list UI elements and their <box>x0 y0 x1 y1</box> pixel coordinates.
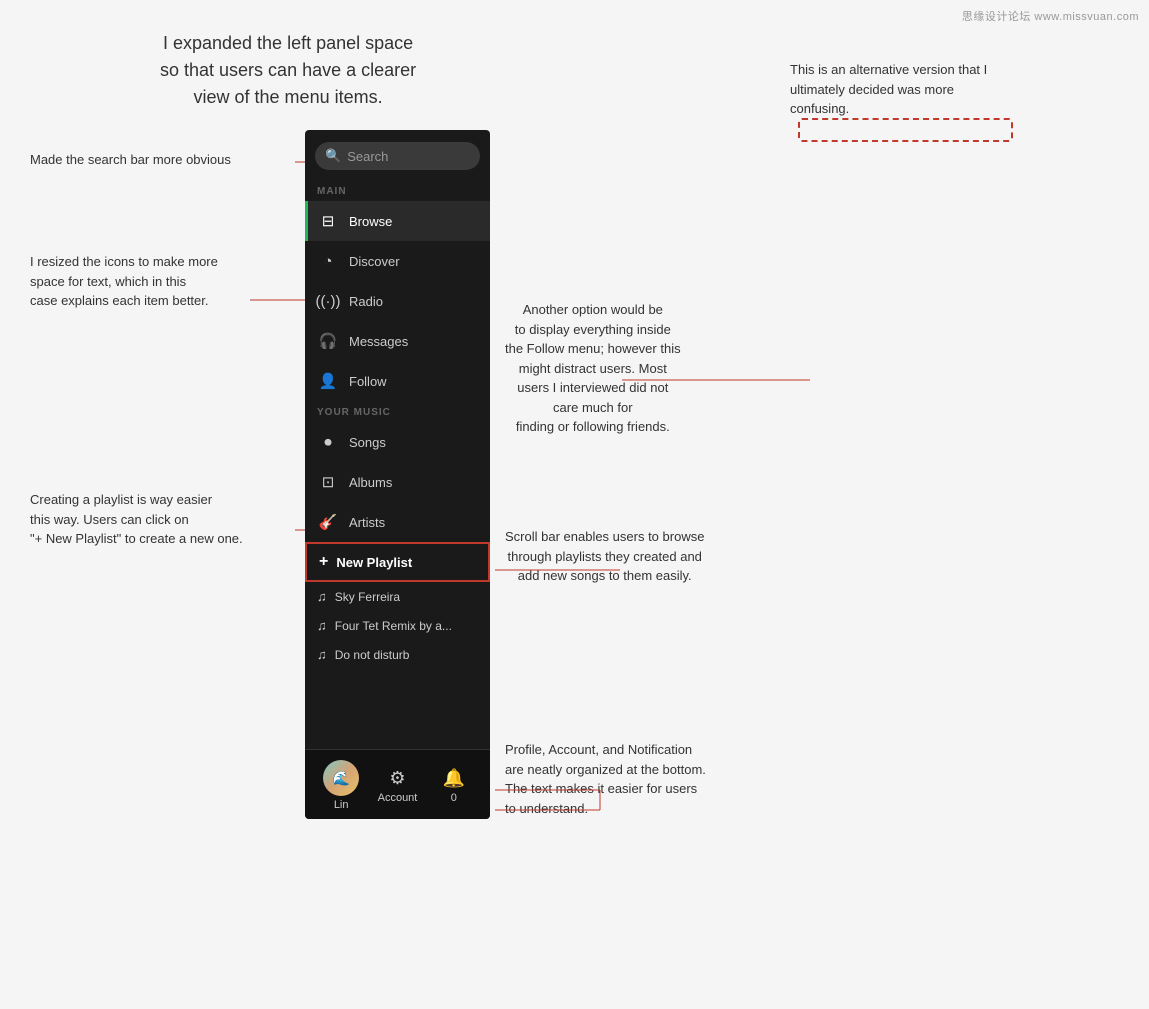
nav-item-messages[interactable]: 🎧 Messages <box>305 321 490 361</box>
bottom-bar: 🌊 Lin ⚙ Account 🔔 0 <box>305 749 490 819</box>
profile-button[interactable]: 🌊 Lin <box>321 760 361 811</box>
radio-label: Radio <box>349 294 383 309</box>
your-music-label: YOUR MUSIC <box>305 401 490 422</box>
playlist-name-2: Four Tet Remix by a... <box>335 619 452 633</box>
browse-icon: ⊟ <box>317 210 339 232</box>
main-title: I expanded the left panel spaceso that u… <box>160 30 416 111</box>
playlist-name-3: Do not disturb <box>335 648 410 662</box>
messages-label: Messages <box>349 334 408 349</box>
nav-item-artists[interactable]: 🎸 Artists <box>305 502 490 542</box>
discover-icon: ◔ <box>317 250 339 272</box>
browse-label: Browse <box>349 214 392 229</box>
music-note-icon-3: ♫ <box>317 647 327 662</box>
songs-label: Songs <box>349 435 386 450</box>
nav-item-browse[interactable]: ⊟ Browse <box>305 201 490 241</box>
account-label: Account <box>378 792 418 804</box>
notifications-count: 0 <box>451 792 457 804</box>
playlist-item-1[interactable]: ♫ Sky Ferreira <box>305 582 490 611</box>
radio-icon: ((·)) <box>317 290 339 312</box>
account-button[interactable]: ⚙ Account <box>377 768 417 804</box>
new-playlist-label: New Playlist <box>336 555 412 570</box>
artists-icon: 🎸 <box>317 511 339 533</box>
avatar: 🌊 <box>323 760 359 796</box>
annotation-search: Made the search bar more obvious <box>30 152 231 167</box>
annotation-follow: Another option would beto display everyt… <box>505 300 681 437</box>
search-input[interactable] <box>347 149 470 164</box>
gear-icon: ⚙ <box>389 768 405 789</box>
search-bar[interactable]: 🔍 <box>315 142 480 170</box>
music-note-icon-2: ♫ <box>317 618 327 633</box>
annotation-bottom: Profile, Account, and Notificationare ne… <box>505 740 706 818</box>
artists-label: Artists <box>349 515 385 530</box>
nav-item-follow[interactable]: 👤 Follow <box>305 361 490 401</box>
albums-label: Albums <box>349 475 392 490</box>
annotation-scrollbar: Scroll bar enables users to browsethroug… <box>505 527 704 586</box>
alt-title: This is an alternative version that I ul… <box>790 60 990 119</box>
bell-icon: 🔔 <box>443 768 465 789</box>
annotation-icons: I resized the icons to make morespace fo… <box>30 252 218 311</box>
profile-label: Lin <box>334 799 349 811</box>
follow-icon: 👤 <box>317 370 339 392</box>
nav-item-albums[interactable]: ⊡ Albums <box>305 462 490 502</box>
watermark: 思缘设计论坛 www.missvuan.com <box>962 8 1139 24</box>
main-section-label: MAIN <box>305 180 490 201</box>
songs-icon: ⏺ <box>317 431 339 453</box>
follow-label: Follow <box>349 374 387 389</box>
right-panel-wrapper: 🔍 MAIN ⊟ Browse ◔ Discover ((·)) Radio 🎧… <box>798 118 1013 142</box>
playlist-item-2[interactable]: ♫ Four Tet Remix by a... <box>305 611 490 640</box>
plus-icon: + <box>319 553 328 571</box>
nav-item-discover[interactable]: ◔ Discover <box>305 241 490 281</box>
notifications-button[interactable]: 🔔 0 <box>434 768 474 804</box>
albums-icon: ⊡ <box>317 471 339 493</box>
nav-item-songs[interactable]: ⏺ Songs <box>305 422 490 462</box>
left-panel: 🔍 MAIN ⊟ Browse ◔ Discover ((·)) Radio 🎧… <box>305 130 490 819</box>
playlist-name-1: Sky Ferreira <box>335 590 400 604</box>
nav-item-radio[interactable]: ((·)) Radio <box>305 281 490 321</box>
discover-label: Discover <box>349 254 400 269</box>
playlist-item-3[interactable]: ♫ Do not disturb <box>305 640 490 669</box>
messages-icon: 🎧 <box>317 330 339 352</box>
annotation-playlist: Creating a playlist is way easierthis wa… <box>30 490 243 549</box>
music-note-icon-1: ♫ <box>317 589 327 604</box>
search-icon: 🔍 <box>325 148 341 164</box>
new-playlist-button[interactable]: + New Playlist <box>305 542 490 582</box>
